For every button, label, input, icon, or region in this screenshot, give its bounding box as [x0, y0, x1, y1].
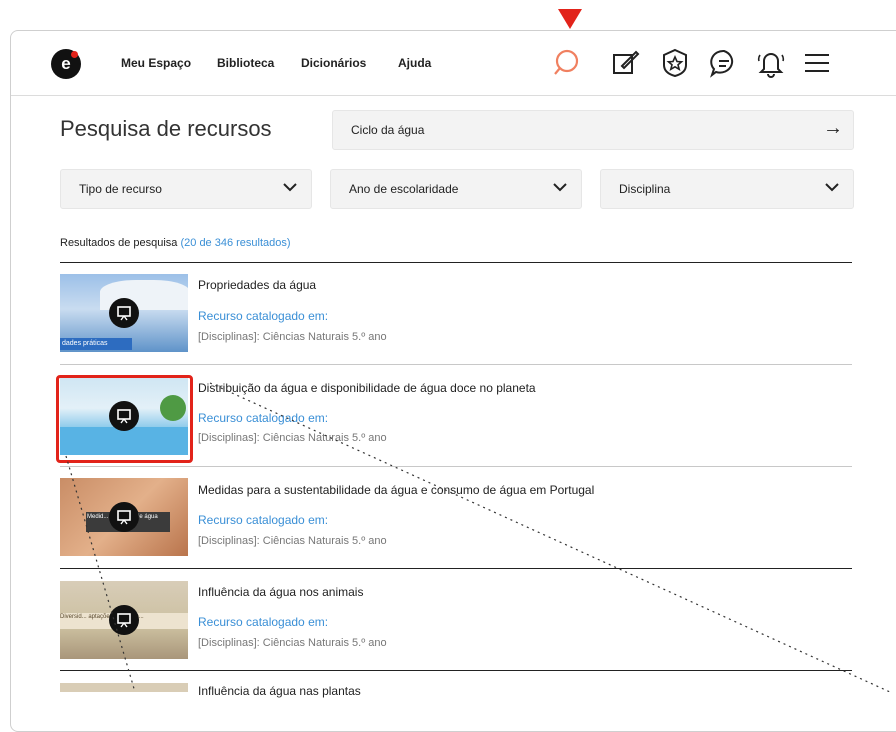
- bell-icon[interactable]: [755, 47, 787, 79]
- result-thumbnail[interactable]: Diversid... aptações dos anim...: [60, 581, 188, 659]
- result-title[interactable]: Medidas para a sustentabilidade da água …: [198, 483, 594, 497]
- nav-dicionarios[interactable]: Dicionários: [301, 56, 366, 70]
- chevron-down-icon: [553, 183, 567, 192]
- result-title[interactable]: Distribuição da água e disponibilidade d…: [198, 381, 536, 395]
- pointer-marker: [558, 9, 582, 29]
- search-input[interactable]: Ciclo da água →: [332, 110, 854, 150]
- results-divider: [60, 262, 852, 263]
- row-divider: [60, 670, 852, 671]
- nav-ajuda[interactable]: Ajuda: [398, 56, 431, 70]
- result-meta: [Disciplinas]: Ciências Naturais 5.º ano: [198, 535, 387, 547]
- thumbnail-highlight-box: [56, 375, 193, 463]
- presentation-icon: [109, 502, 139, 532]
- filter-label: Disciplina: [619, 182, 671, 196]
- top-navigation-bar: e Meu Espaço Biblioteca Dicionários Ajud…: [11, 31, 896, 96]
- results-label: Resultados de pesquisa: [60, 237, 178, 249]
- result-meta: [Disciplinas]: Ciências Naturais 5.º ano: [198, 331, 387, 343]
- result-meta: [Disciplinas]: Ciências Naturais 5.º ano: [198, 637, 387, 649]
- chat-icon[interactable]: [708, 47, 740, 79]
- row-divider: [60, 364, 852, 365]
- presentation-icon: [109, 298, 139, 328]
- result-title[interactable]: Influência da água nos animais: [198, 585, 363, 599]
- search-icon[interactable]: [552, 47, 584, 79]
- chevron-down-icon: [825, 183, 839, 192]
- nav-biblioteca[interactable]: Biblioteca: [217, 56, 274, 70]
- filter-label: Tipo de recurso: [79, 182, 162, 196]
- thumb-caption: dades práticas: [60, 338, 132, 350]
- filter-disciplina[interactable]: Disciplina: [600, 169, 854, 209]
- page-title: Pesquisa de recursos: [60, 116, 272, 141]
- filter-label: Ano de escolaridade: [349, 182, 459, 196]
- result-catalog-link[interactable]: Recurso catalogado em:: [198, 615, 328, 629]
- row-divider: [60, 568, 852, 569]
- filter-tipo-de-recurso[interactable]: Tipo de recurso: [60, 169, 312, 209]
- result-catalog-link[interactable]: Recurso catalogado em:: [198, 309, 328, 323]
- results-header: Resultados de pesquisa (20 de 346 result…: [60, 237, 291, 249]
- nav-meu-espaco[interactable]: Meu Espaço: [121, 56, 191, 70]
- presentation-icon: [109, 605, 139, 635]
- logo-dot: [71, 51, 78, 58]
- chevron-down-icon: [283, 183, 297, 192]
- result-catalog-link[interactable]: Recurso catalogado em:: [198, 411, 328, 425]
- menu-icon[interactable]: [801, 47, 833, 79]
- result-title[interactable]: Influência da água nas plantas: [198, 684, 361, 698]
- logo-letter: e: [61, 54, 71, 73]
- edit-icon[interactable]: [609, 47, 641, 79]
- search-value[interactable]: Ciclo da água: [351, 123, 424, 137]
- result-thumbnail[interactable]: Medid... sustent... de água: [60, 478, 188, 556]
- badge-star-icon[interactable]: [659, 47, 691, 79]
- filter-ano-de-escolaridade[interactable]: Ano de escolaridade: [330, 169, 582, 209]
- row-divider: [60, 466, 852, 467]
- result-thumbnail[interactable]: dades práticas: [60, 274, 188, 352]
- result-catalog-link[interactable]: Recurso catalogado em:: [198, 513, 328, 527]
- result-title[interactable]: Propriedades da água: [198, 278, 316, 292]
- results-count: (20 de 346 resultados): [180, 237, 291, 249]
- result-meta: [Disciplinas]: Ciências Naturais 5.º ano: [198, 432, 387, 444]
- search-submit-arrow-icon[interactable]: →: [823, 117, 843, 140]
- app-logo[interactable]: e: [51, 49, 81, 79]
- result-thumbnail[interactable]: [60, 683, 188, 692]
